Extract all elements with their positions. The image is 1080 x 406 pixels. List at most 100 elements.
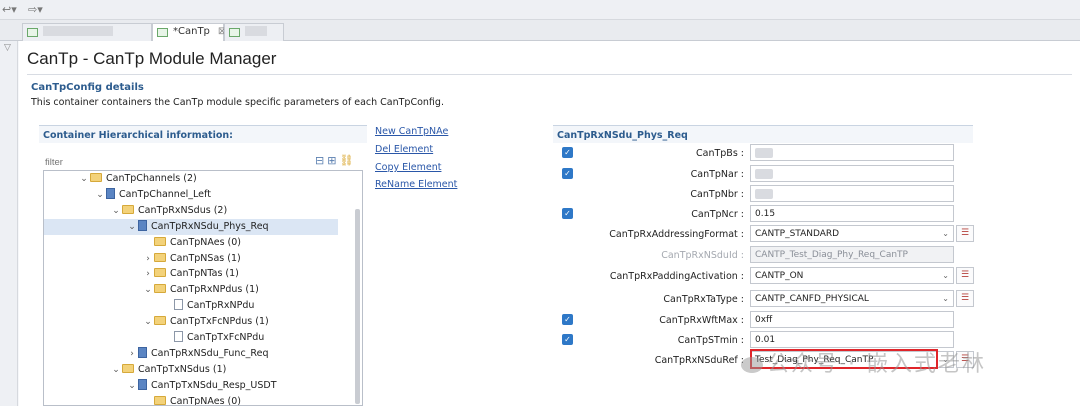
enable-checkbox[interactable]: ✓ — [562, 147, 573, 158]
property-input[interactable]: 0.15 — [750, 205, 954, 222]
tree-item[interactable]: ⌄ CanTpChannel_Left — [94, 187, 211, 203]
tree-item-label: CanTpNSas (1) — [170, 252, 241, 264]
tab-cantp[interactable]: *CanTp ⊠ — [152, 23, 226, 41]
property-label: CanTpRxNSduId : — [661, 250, 744, 261]
delete-element-link[interactable]: Del Element — [375, 144, 433, 155]
tree-item-label: CanTpTxNSdus (1) — [138, 363, 227, 375]
container-tree[interactable]: ⌄ CanTpChannels (2) ⌄ CanTpChannel_Left ⌄ Can… — [43, 170, 363, 406]
property-input: CANTP_Test_Diag_Phy_Req_CanTP — [750, 246, 954, 263]
tree-item-label: CanTpRxNSdu_Phys_Req — [151, 220, 269, 232]
tree-item[interactable]: CanTpNAes (0) — [142, 235, 241, 251]
enable-checkbox[interactable]: ✓ — [562, 334, 573, 345]
folder-icon — [154, 316, 166, 326]
enable-checkbox[interactable]: ✓ — [562, 314, 573, 325]
tree-item[interactable]: CanTpRxNPdu — [162, 298, 254, 314]
collapse-icon[interactable]: ▽ — [4, 43, 11, 53]
chevron-right-icon[interactable]: › — [142, 266, 154, 282]
list-icon[interactable]: ☰ — [956, 225, 974, 242]
link-icon[interactable]: ⛓ — [339, 154, 353, 167]
tab-blurred-1[interactable] — [22, 23, 152, 41]
tree-item[interactable]: ⌄ CanTpRxNSdus (2) — [110, 203, 227, 219]
chevron-down-icon[interactable]: ⌄ — [110, 362, 122, 378]
tree-item-label: CanTpRxNPdus (1) — [170, 284, 259, 296]
tree-filter-input[interactable] — [45, 155, 285, 169]
tree-item[interactable]: CanTpNAes (0) — [142, 394, 242, 406]
tree-item[interactable]: ⌄ CanTpTxNSdu_Resp_USDT — [126, 378, 277, 394]
tree-item-label: CanTpTxNSdu_Resp_USDT — [151, 379, 277, 391]
redacted-value — [755, 188, 773, 199]
property-input[interactable]: 0xff — [750, 311, 954, 328]
collapse-all-icon[interactable]: ⊟ — [315, 154, 324, 167]
tree-item[interactable]: › CanTpRxNSdu_Func_Req — [126, 346, 268, 362]
tree-item[interactable]: ⌄ CanTpRxNPdus (1) — [142, 282, 259, 298]
list-icon[interactable]: ☰ — [956, 290, 974, 307]
tree-item-label: CanTpRxNSdus (2) — [138, 204, 228, 216]
module-icon — [138, 219, 147, 231]
tree-item[interactable]: ⌄ CanTpChannels (2) — [78, 171, 197, 187]
property-dropdown[interactable]: CANTP_STANDARD ⌄ — [750, 225, 954, 242]
module-manager-editor: CanTp - CanTp Module Manager CanTpConfig… — [19, 41, 1080, 406]
details-description: This container containers the CanTp modu… — [31, 97, 444, 108]
tree-item-label: CanTpRxNPdu — [187, 300, 255, 312]
enable-checkbox[interactable]: ✓ — [562, 168, 573, 179]
chevron-down-icon[interactable]: ⌄ — [94, 187, 106, 203]
chevron-down-icon[interactable]: ⌄ — [142, 314, 154, 330]
editor-file-icon — [229, 28, 240, 37]
back-arrow-icon[interactable]: ↩▾ — [2, 3, 17, 16]
chevron-down-icon[interactable]: ⌄ — [942, 270, 949, 282]
property-label: CanTpNbr : — [690, 189, 744, 200]
property-value: 0xff — [755, 315, 773, 325]
property-value: 0.15 — [755, 209, 776, 219]
page-title: CanTp - CanTp Module Manager — [27, 49, 277, 68]
property-dropdown[interactable]: CANTP_CANFD_PHYSICAL ⌄ — [750, 290, 954, 307]
property-dropdown[interactable]: CANTP_ON ⌄ — [750, 267, 954, 284]
tree-item[interactable]: ⌄ CanTpTxNSdus (1) — [110, 362, 226, 378]
new-cantpnae-link[interactable]: New CanTpNAe — [375, 126, 448, 137]
redacted-value — [755, 168, 773, 179]
editor-file-icon — [27, 28, 38, 37]
property-input[interactable] — [750, 144, 954, 161]
folder-icon — [154, 284, 166, 294]
chevron-down-icon[interactable]: ⌄ — [942, 228, 949, 240]
expand-all-icon[interactable]: ⊞ — [327, 154, 336, 167]
folder-icon — [154, 268, 166, 278]
left-gutter: ▽ — [0, 41, 18, 406]
chevron-right-icon[interactable]: › — [142, 251, 154, 267]
chevron-down-icon[interactable]: ⌄ — [142, 282, 154, 298]
chevron-down-icon[interactable]: ⌄ — [78, 171, 90, 187]
copy-element-link[interactable]: Copy Element — [375, 162, 441, 173]
tree-item[interactable]: › CanTpNTas (1) — [142, 266, 239, 282]
property-label: CanTpNar : — [690, 169, 744, 180]
tree-item-label: CanTpNTas (1) — [170, 268, 239, 280]
tree-item[interactable]: CanTpTxFcNPdu — [162, 330, 264, 346]
list-icon[interactable]: ☰ — [956, 267, 974, 284]
folder-icon — [154, 395, 166, 405]
forward-arrow-icon[interactable]: ⇨▾ — [28, 3, 43, 16]
tree-item[interactable]: ⌄ CanTpTxFcNPdus (1) — [142, 314, 269, 330]
chevron-down-icon[interactable]: ⌄ — [942, 293, 949, 305]
tab-blurred-2[interactable] — [224, 23, 284, 41]
module-icon — [138, 346, 147, 358]
property-label: CanTpRxNSduRef : — [654, 355, 744, 366]
enable-checkbox[interactable]: ✓ — [562, 208, 573, 219]
tree-item-label: CanTpNAes (0) — [170, 395, 242, 406]
property-value: CANTP_STANDARD — [755, 229, 840, 239]
property-input[interactable] — [750, 165, 954, 182]
chevron-right-icon[interactable]: › — [126, 346, 138, 362]
watermark-text: 公众号 · 嵌入式老林 — [767, 352, 986, 377]
property-value: 0.01 — [755, 335, 776, 345]
tree-item[interactable]: › CanTpNSas (1) — [142, 251, 241, 267]
property-label: CanTpRxWftMax : — [659, 315, 744, 326]
hierarchy-section-title: Container Hierarchical information: — [39, 125, 367, 143]
tree-toolbar: ⊟ ⊞ ⛓ — [315, 154, 356, 167]
tree-scrollbar[interactable] — [355, 209, 360, 404]
chevron-down-icon[interactable]: ⌄ — [110, 203, 122, 219]
rename-element-link[interactable]: ReName Element — [375, 179, 457, 190]
tree-item[interactable]: ⌄ CanTpRxNSdu_Phys_Req — [44, 218, 338, 235]
title-divider — [27, 74, 1072, 75]
module-icon — [106, 187, 115, 199]
chevron-down-icon[interactable]: ⌄ — [126, 219, 138, 235]
property-input[interactable] — [750, 185, 954, 202]
folder-icon — [154, 236, 166, 246]
chevron-down-icon[interactable]: ⌄ — [126, 378, 138, 394]
